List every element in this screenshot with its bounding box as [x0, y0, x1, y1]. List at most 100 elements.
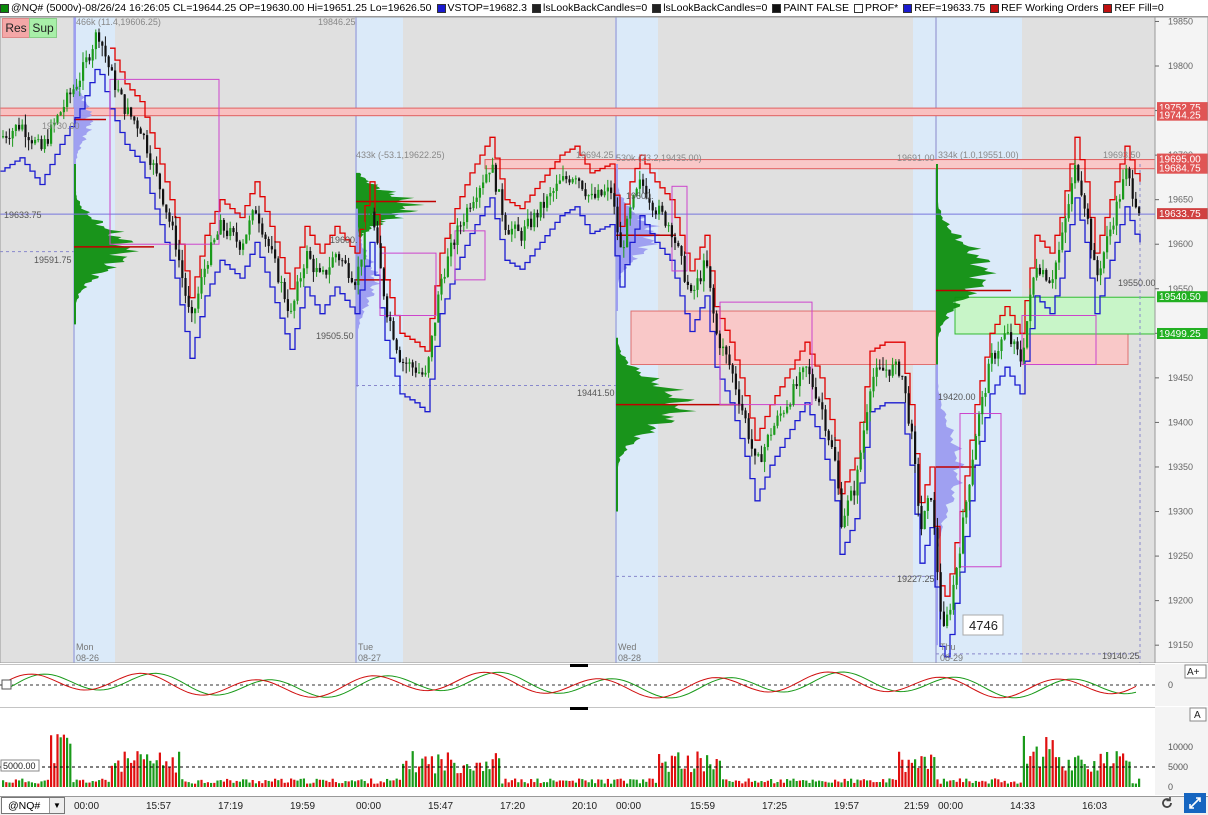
candle — [584, 189, 587, 197]
volume-bar — [149, 760, 152, 787]
candle — [590, 193, 593, 196]
volume-bar — [325, 780, 328, 787]
resistance-button[interactable]: Res — [2, 18, 30, 38]
volume-bar — [1115, 751, 1118, 787]
candle — [1029, 294, 1032, 322]
candle — [619, 232, 622, 248]
volume-bar — [1064, 770, 1067, 787]
day-date-label: 08-29 — [940, 653, 963, 663]
volume-bar — [674, 756, 677, 787]
volume-bar — [1138, 778, 1141, 787]
candle — [907, 393, 910, 424]
candle — [418, 372, 421, 374]
volume-bar — [734, 780, 737, 787]
volume-bar — [504, 778, 507, 787]
price-chart[interactable]: 466k (11.4,19606.25) 19846.25 19730.00 1963… — [0, 17, 1208, 663]
candle — [1067, 204, 1070, 219]
volume-bar — [1035, 746, 1038, 787]
candle — [600, 189, 603, 196]
volume-bar — [962, 782, 965, 787]
candle — [850, 490, 853, 501]
volume-bar — [846, 781, 849, 787]
candle — [158, 173, 161, 190]
candle — [1093, 250, 1096, 261]
legend-item: REF=19633.75 — [903, 2, 985, 14]
candle — [1070, 183, 1073, 205]
candle — [254, 210, 257, 214]
candle — [1118, 199, 1121, 202]
legend-item: REF Working Orders — [990, 2, 1098, 14]
mon-high-label: 19846.25 — [318, 17, 356, 27]
candle — [834, 447, 837, 461]
volume-bar — [283, 782, 286, 787]
volume-bar — [808, 782, 811, 787]
candle — [661, 205, 664, 212]
volume-bar — [1096, 770, 1099, 787]
candle — [88, 57, 91, 61]
candle — [5, 136, 8, 138]
volume-bar — [635, 779, 638, 787]
volume-bar — [888, 778, 891, 787]
volume-bar — [709, 764, 712, 787]
candle — [446, 256, 449, 277]
zoom-icon[interactable] — [1184, 793, 1206, 813]
time-tick-label: 19:57 — [834, 801, 860, 812]
volume-bar — [427, 764, 430, 787]
volume-bar — [155, 760, 158, 787]
candle — [482, 182, 485, 189]
volume-bar — [312, 782, 315, 787]
volume-bar — [1054, 757, 1057, 787]
candle — [283, 281, 286, 300]
volume-bar — [1000, 782, 1003, 787]
candle — [206, 264, 209, 269]
candle — [741, 403, 744, 411]
volume-bar — [789, 780, 792, 787]
time-tick-label: 15:59 — [690, 801, 716, 812]
volume-bar — [683, 768, 686, 787]
volume-bar — [216, 780, 219, 787]
candle — [597, 189, 600, 198]
candle — [933, 500, 936, 528]
candle — [216, 234, 219, 240]
volume-bar — [856, 779, 859, 787]
price-marker-label: 19684.75 — [1159, 164, 1201, 175]
volume-bar — [459, 773, 462, 787]
volume-bar — [344, 781, 347, 787]
support-button[interactable]: Sup — [29, 18, 57, 38]
candle — [606, 187, 609, 192]
candle — [248, 220, 251, 235]
candle — [814, 387, 817, 399]
day-name-label: Tue — [358, 642, 373, 652]
chevron-down-icon[interactable]: ▼ — [49, 798, 64, 813]
candle — [290, 310, 293, 312]
candle — [443, 276, 446, 279]
candle — [1019, 349, 1022, 362]
volume-bar — [117, 760, 120, 787]
volume-bar — [462, 765, 465, 787]
volume-bar — [853, 782, 856, 787]
candle — [581, 180, 584, 190]
volume-bar — [619, 778, 622, 787]
candle — [942, 611, 945, 626]
volume-bar — [923, 756, 926, 787]
legend-label: PAINT FALSE — [783, 2, 849, 14]
symbol-selector[interactable]: @NQ# ▼ — [1, 797, 65, 814]
volume-bar — [574, 782, 577, 787]
volume-bar — [882, 779, 885, 787]
candle — [456, 225, 459, 245]
volume-bar — [1083, 764, 1086, 787]
refresh-icon[interactable] — [1158, 795, 1176, 811]
candle — [888, 369, 891, 376]
candle — [562, 176, 565, 181]
volume-bar — [757, 782, 760, 787]
candle — [430, 335, 433, 358]
candle — [354, 282, 357, 286]
candle — [194, 308, 197, 314]
price-tick-label: 19300 — [1168, 507, 1193, 517]
volume-bar — [14, 779, 17, 787]
candle — [11, 130, 14, 139]
volume-bar — [936, 779, 939, 787]
price-tick-label: 19800 — [1168, 61, 1193, 71]
volume-bar — [213, 782, 216, 787]
volume-bar — [251, 779, 254, 787]
